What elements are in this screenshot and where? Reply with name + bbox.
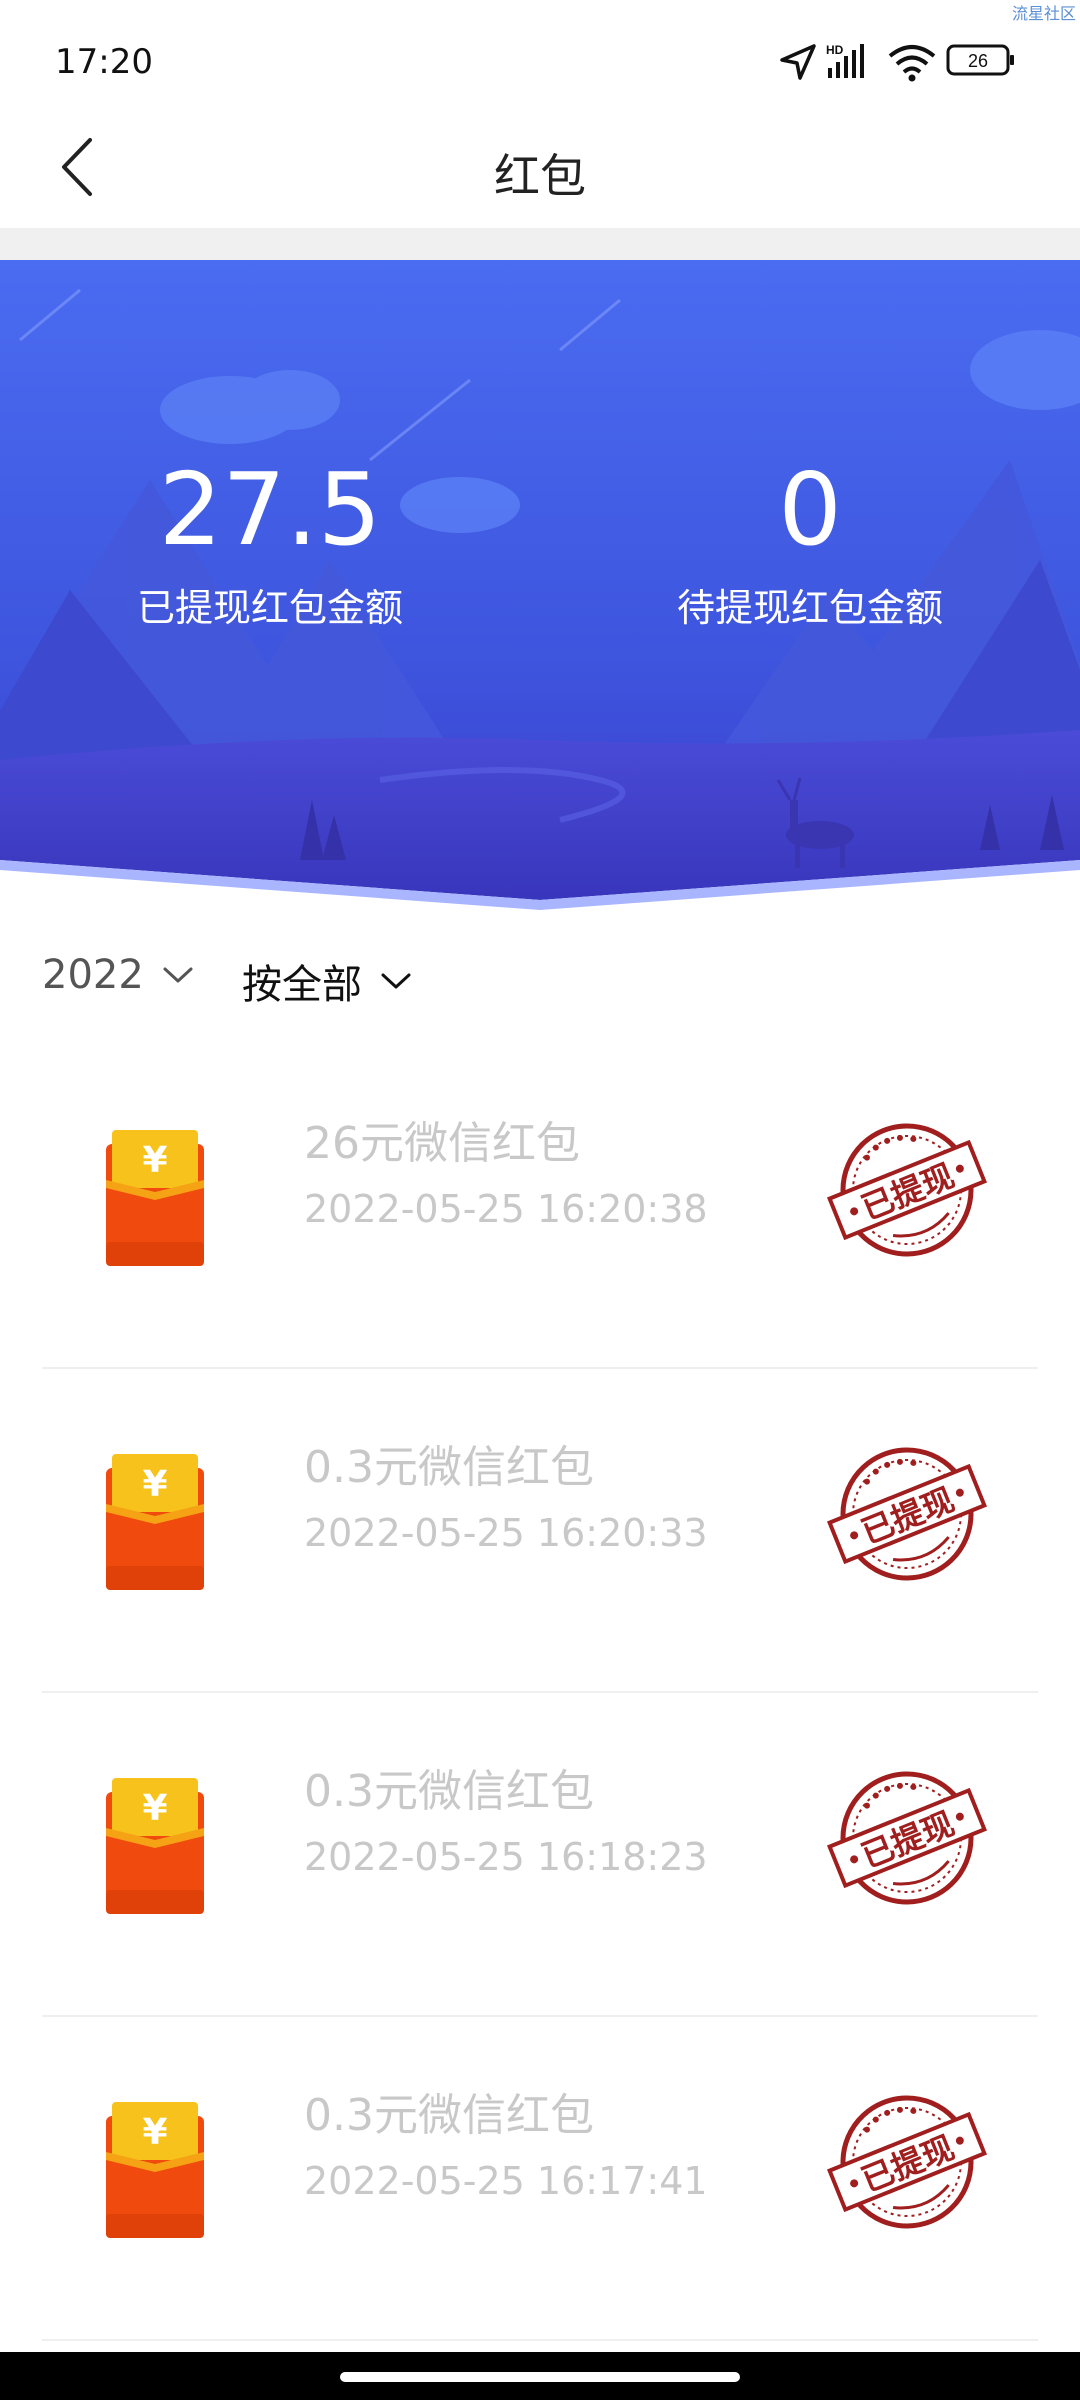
red-envelope-icon: ¥: [106, 1454, 204, 1590]
wifi-icon: [888, 45, 936, 82]
status-bar: 17:20 流星社区 HD 26: [0, 0, 1080, 120]
svg-text:¥: ¥: [142, 1788, 167, 1829]
location-icon: [780, 44, 816, 80]
packet-time: 2022-05-25 16:17:41: [304, 2159, 708, 2203]
pending-label: 待提现红包金额: [676, 586, 943, 630]
pending-amount: 0: [778, 451, 842, 568]
home-indicator[interactable]: [340, 2372, 740, 2382]
packet-time: 2022-05-25 16:20:33: [304, 1511, 708, 1555]
svg-text:¥: ¥: [142, 1140, 167, 1181]
filter-bar: 2022 按全部: [0, 930, 1080, 1030]
packet-title: 0.3元微信红包: [304, 2090, 594, 2141]
red-envelope-icon: ¥: [106, 1130, 204, 1266]
year-filter-label: 2022: [42, 952, 144, 998]
withdrawn-stat: 27.5 已提现红包金额: [0, 450, 540, 632]
status-icons: HD 26: [780, 43, 1014, 82]
watermark: 流星社区: [1011, 4, 1076, 23]
packet-time: 2022-05-25 16:18:23: [304, 1835, 708, 1879]
packet-title: 0.3元微信红包: [304, 1442, 594, 1493]
battery-level: 26: [968, 51, 988, 71]
year-filter-dropdown[interactable]: 2022: [42, 952, 194, 998]
list-item[interactable]: ¥ 0.3元微信红包 2022-05-25 16:18:23 已提现: [42, 1693, 1038, 2017]
packet-title: 26元微信红包: [304, 1118, 580, 1169]
gesture-bar: [0, 2352, 1080, 2400]
packet-title: 0.3元微信红包: [304, 1766, 594, 1817]
header: 红包: [0, 120, 1080, 228]
status-time: 17:20: [55, 42, 153, 82]
chevron-down-icon: [381, 973, 411, 989]
list-item[interactable]: ¥ 0.3元微信红包 2022-05-25 16:20:33 已提现: [42, 1369, 1038, 1693]
type-filter-label: 按全部: [242, 962, 362, 1008]
packet-time: 2022-05-25 16:20:38: [304, 1187, 708, 1231]
chevron-down-icon: [163, 967, 193, 983]
withdrawn-amount: 27.5: [158, 451, 382, 568]
withdrawn-stamp: 已提现: [826, 1123, 988, 1257]
red-packet-list: ¥ 26元微信红包 2022-05-25 16:20:38 已提现 ¥ 0.3元…: [42, 1045, 1038, 2341]
red-envelope-icon: ¥: [106, 1778, 204, 1914]
battery-icon: 26: [946, 44, 1014, 76]
withdrawn-stamp: 已提现: [826, 1447, 988, 1581]
withdrawn-stamp: 已提现: [826, 1771, 988, 1905]
list-item[interactable]: ¥ 0.3元微信红包 2022-05-25 16:17:41 已提现: [42, 2017, 1038, 2341]
red-envelope-icon: ¥: [106, 2102, 204, 2238]
header-divider: [0, 228, 1080, 260]
withdrawn-label: 已提现红包金额: [136, 586, 403, 630]
pending-stat: 0 待提现红包金额: [540, 450, 1080, 632]
withdrawn-stamp: 已提现: [826, 2095, 988, 2229]
type-filter-dropdown[interactable]: 按全部: [242, 952, 412, 1010]
svg-text:¥: ¥: [142, 2112, 167, 2153]
list-item[interactable]: ¥ 26元微信红包 2022-05-25 16:20:38 已提现: [42, 1045, 1038, 1369]
page: 17:20 流星社区 HD 26 红包 27.5 已提现红包金额 0 待提现红包…: [0, 0, 1080, 2400]
page-title: 红包: [494, 149, 586, 203]
summary-banner: 27.5 已提现红包金额 0 待提现红包金额: [0, 260, 1080, 920]
network-label: HD: [826, 43, 844, 57]
signal-icon: HD: [826, 43, 864, 78]
svg-text:¥: ¥: [142, 1464, 167, 1505]
